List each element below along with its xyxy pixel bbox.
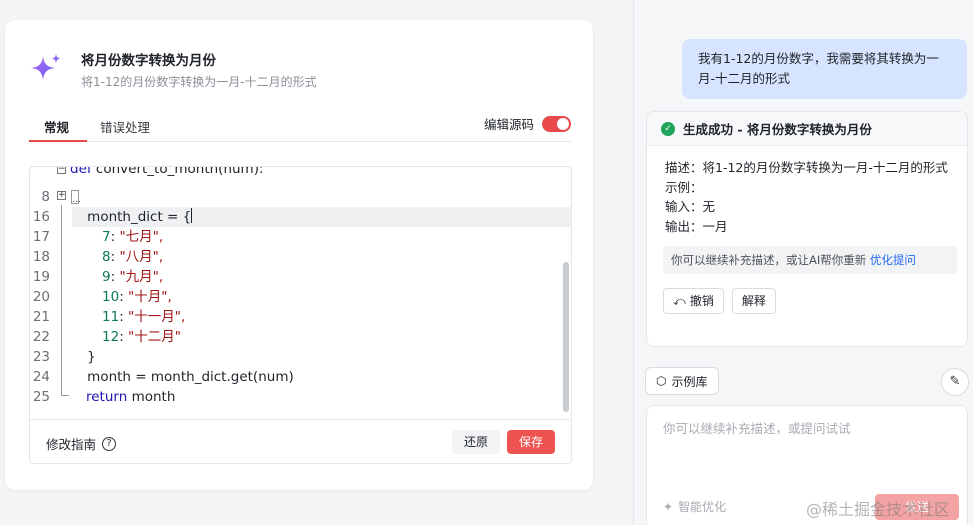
hint-box: 你可以继续补充描述，或让AI帮你重新 优化提问 xyxy=(663,246,957,274)
code-line: 17 7: "七月", xyxy=(32,229,164,245)
tab-general[interactable]: 常规 xyxy=(44,117,69,136)
explain-button[interactable]: 解释 xyxy=(731,288,776,314)
function-card: 将月份数字转换为月份 将1-12的月份数字转换为一月-十二月的形式 常规 错误处… xyxy=(5,20,593,490)
code-editor[interactable]: − def convert_to_month(num): 8 + … 16 mo… xyxy=(29,166,572,464)
code-line: 22 12: "十二月" xyxy=(32,329,181,345)
result-header: ✓ 生成成功 - 将月份数字转换为月份 xyxy=(647,112,967,146)
edit-source-label: 编辑源码 xyxy=(483,117,534,132)
undo-button[interactable]: ⤺ 撤销 xyxy=(663,288,724,314)
restore-button[interactable]: 还原 xyxy=(452,430,500,454)
code-area[interactable]: − def convert_to_month(num): 8 + … 16 mo… xyxy=(30,167,571,419)
code-line: 8 + … xyxy=(41,189,81,205)
fold-toggle-icon[interactable]: − xyxy=(57,167,66,174)
brush-icon: ✎ xyxy=(949,374,961,389)
smart-optimize-button[interactable]: ✦ 智能优化 xyxy=(663,498,726,515)
help-icon[interactable]: ? xyxy=(102,436,117,451)
watermark: @稀土掘金技术社区 xyxy=(806,500,951,519)
edit-source-control: 编辑源码 xyxy=(484,114,571,133)
chat-panel: 我有1-12的月份数字，我需要将其转换为一月-十二月的形式 ✓ 生成成功 - 将… xyxy=(634,0,973,525)
result-title: 生成成功 - 将月份数字转换为月份 xyxy=(683,122,872,137)
card-subtitle: 将1-12的月份数字转换为一月-十二月的形式 xyxy=(81,75,317,89)
code-line: 18 8: "八月", xyxy=(32,249,164,265)
example-library-button[interactable]: ⬡ 示例库 xyxy=(645,367,719,395)
user-message-bubble: 我有1-12的月份数字，我需要将其转换为一月-十二月的形式 xyxy=(682,39,967,99)
result-actions: ⤺ 撤销 解释 xyxy=(647,274,967,314)
editor-footer: 修改指南 ? 还原 保存 xyxy=(30,419,571,463)
tab-bar: 常规 错误处理 编辑源码 xyxy=(29,114,571,142)
code-line: 16 month_dict = { xyxy=(32,208,193,225)
expand-fold-icon[interactable]: + xyxy=(57,191,66,200)
result-card: ✓ 生成成功 - 将月份数字转换为月份 描述：将1-12的月份数字转换为一月-十… xyxy=(646,111,968,347)
card-title: 将月份数字转换为月份 xyxy=(81,53,216,69)
code-line: 24 month = month_dict.get(num) xyxy=(32,369,294,385)
cube-icon: ⬡ xyxy=(656,374,667,388)
result-body: 描述：将1-12的月份数字转换为一月-十二月的形式 示例： 输入：无 输出：一月 xyxy=(647,146,967,236)
edit-guide-label: 修改指南 xyxy=(46,437,97,452)
folded-region-ellipsis[interactable]: … xyxy=(71,190,81,205)
code-line: 21 11: "十一月", xyxy=(32,309,186,325)
edit-guide-link[interactable]: 修改指南 ? xyxy=(46,434,117,453)
undo-icon: ⤺ xyxy=(673,294,686,308)
code-line: 20 10: "十月", xyxy=(32,289,172,305)
edit-source-toggle[interactable] xyxy=(542,115,571,132)
sparkle-icon xyxy=(31,54,61,80)
result-input-line: 输入：无 xyxy=(665,199,716,214)
hint-text: 你可以继续补充描述，或让AI帮你重新 xyxy=(671,253,867,267)
chat-input[interactable] xyxy=(663,418,953,478)
result-output-line: 输出：一月 xyxy=(665,218,728,234)
code-line: 19 9: "九月", xyxy=(32,269,164,285)
tab-error-handling[interactable]: 错误处理 xyxy=(100,117,150,136)
text-cursor xyxy=(191,208,193,223)
result-example-label: 示例： xyxy=(665,179,703,195)
result-description: 描述：将1-12的月份数字转换为一月-十二月的形式 xyxy=(665,160,948,175)
save-button[interactable]: 保存 xyxy=(507,430,555,454)
active-tab-indicator xyxy=(29,140,87,142)
clear-brush-button[interactable]: ✎ xyxy=(941,368,969,396)
sparkle-small-icon: ✦ xyxy=(663,499,674,514)
code-line: 25 return month xyxy=(32,389,176,405)
optimize-question-link[interactable]: 优化提问 xyxy=(870,253,916,267)
code-line-partial: − def convert_to_month(num): xyxy=(57,167,264,177)
check-circle-icon: ✓ xyxy=(661,121,675,136)
code-line: 23 } xyxy=(32,349,96,365)
vertical-scrollbar[interactable] xyxy=(563,262,569,412)
